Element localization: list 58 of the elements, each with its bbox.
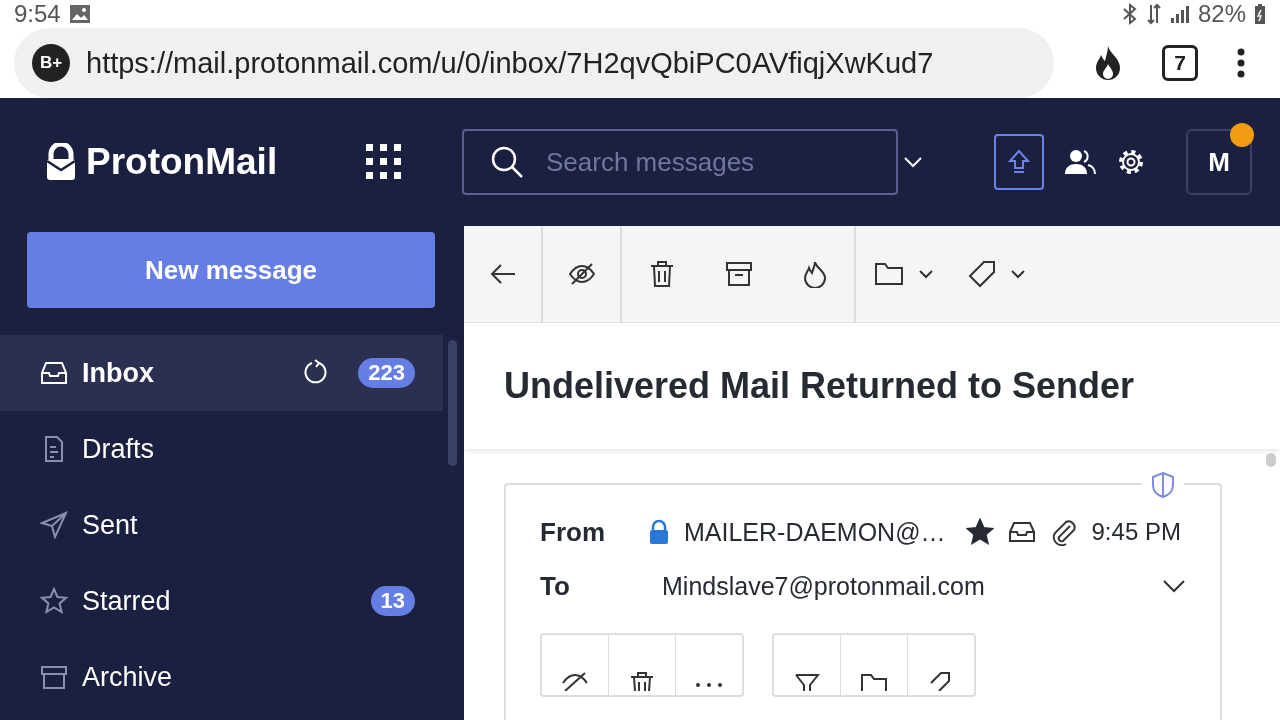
trash-icon[interactable] xyxy=(649,260,675,288)
filter-icon[interactable] xyxy=(794,671,820,691)
settings-icon[interactable] xyxy=(1116,147,1146,177)
battery-icon xyxy=(1254,3,1266,25)
scrollbar[interactable] xyxy=(1266,453,1276,467)
lock-logo-icon xyxy=(46,143,76,181)
eye-slash-icon[interactable] xyxy=(567,262,596,286)
unread-count: 13 xyxy=(370,586,415,616)
eye-slash-icon[interactable] xyxy=(561,671,589,691)
star-icon[interactable] xyxy=(965,518,994,546)
lock-icon xyxy=(648,519,670,545)
flame-icon[interactable] xyxy=(803,260,827,288)
folder-item[interactable]: Inbox 223 xyxy=(0,335,443,411)
star-icon xyxy=(40,587,68,615)
more-menu-icon[interactable] xyxy=(1236,48,1246,78)
new-message-button[interactable]: New message xyxy=(27,232,435,308)
status-time: 9:54 xyxy=(14,0,61,28)
message-time: 9:45 PM xyxy=(1091,518,1181,546)
inbox-icon xyxy=(1007,520,1036,544)
folder-item[interactable]: Sent xyxy=(0,487,443,563)
arrow-up-icon xyxy=(1008,149,1030,175)
folder-icon[interactable] xyxy=(860,671,888,691)
address-bar[interactable]: B+ https://mail.protonmail.com/u/0/inbox/7H2qvQbiPC0AVfiqjXwKud7 xyxy=(14,28,1054,98)
folder-item[interactable]: Drafts xyxy=(0,411,443,487)
caret-icon[interactable] xyxy=(1010,269,1026,279)
site-badge: B+ xyxy=(32,44,70,82)
scrollbar[interactable] xyxy=(448,340,457,466)
upgrade-button[interactable] xyxy=(994,134,1044,190)
battery-level: 82% xyxy=(1197,0,1246,28)
archive-icon xyxy=(40,663,68,691)
caret-icon[interactable] xyxy=(918,269,934,279)
paper-plane-icon xyxy=(40,511,68,539)
to-label: To xyxy=(540,570,571,602)
archive-icon[interactable] xyxy=(725,261,753,287)
apps-grid-icon[interactable] xyxy=(366,144,402,180)
bluetooth-icon xyxy=(1121,3,1138,25)
signal-icon xyxy=(1169,4,1190,24)
app-logo: ProtonMail xyxy=(86,141,278,183)
chevron-down-icon[interactable] xyxy=(1162,579,1186,593)
inbox-icon xyxy=(40,359,68,387)
search-icon xyxy=(490,145,524,179)
account-button[interactable]: M xyxy=(1186,129,1252,195)
image-icon xyxy=(68,4,91,24)
folder-icon[interactable] xyxy=(874,262,904,286)
sender-address[interactable]: MAILER-DAEMON@… xyxy=(684,517,946,547)
folder-item[interactable]: Starred 13 xyxy=(0,563,443,639)
data-arrows-icon xyxy=(1145,3,1162,25)
search-input[interactable]: Search messages xyxy=(544,145,883,179)
unread-count: 223 xyxy=(358,358,415,388)
from-label: From xyxy=(540,516,606,548)
tag-icon[interactable] xyxy=(968,260,996,288)
back-arrow-icon[interactable] xyxy=(488,262,517,286)
folder-item[interactable]: Archive xyxy=(0,639,443,715)
trash-icon[interactable] xyxy=(629,671,655,691)
contacts-icon[interactable] xyxy=(1064,148,1096,176)
message-subject: Undelivered Mail Returned to Sender xyxy=(504,365,1135,407)
tab-count-button[interactable]: 7 xyxy=(1162,45,1198,81)
recipient-address[interactable]: Mindslave7@protonmail.com xyxy=(662,571,985,601)
